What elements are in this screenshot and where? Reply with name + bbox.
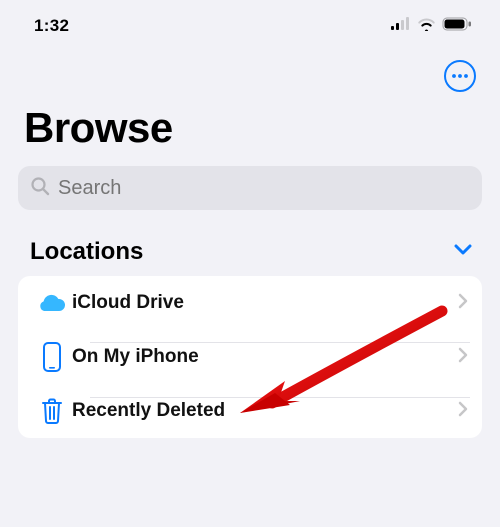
battery-icon	[442, 17, 472, 36]
locations-list: iCloud Drive On My iPhone	[18, 276, 482, 438]
chevron-right-icon	[458, 293, 470, 314]
more-button[interactable]	[444, 60, 476, 92]
trash-icon	[32, 397, 72, 425]
chevron-right-icon	[458, 347, 470, 368]
wifi-icon	[417, 17, 436, 36]
status-time: 1:32	[34, 16, 69, 36]
list-item-icloud-drive[interactable]: iCloud Drive	[18, 276, 482, 330]
search-field[interactable]	[18, 166, 482, 210]
locations-header[interactable]: Locations	[0, 210, 500, 276]
list-item-label: iCloud Drive	[72, 292, 458, 314]
status-bar: 1:32	[0, 0, 500, 44]
search-input[interactable]	[58, 177, 470, 200]
chevron-right-icon	[458, 401, 470, 422]
page-title: Browse	[0, 96, 500, 166]
status-indicators	[391, 17, 472, 36]
search-icon	[30, 176, 50, 201]
section-title: Locations	[30, 238, 143, 266]
list-item-recently-deleted[interactable]: Recently Deleted	[18, 384, 482, 438]
list-item-on-my-iphone[interactable]: On My iPhone	[18, 330, 482, 384]
phone-icon	[32, 342, 72, 372]
list-item-label: On My iPhone	[72, 346, 458, 368]
chevron-down-icon	[454, 243, 472, 261]
list-item-label: Recently Deleted	[72, 400, 458, 422]
cloud-icon	[32, 292, 72, 314]
ellipsis-icon	[452, 74, 468, 78]
cellular-icon	[391, 17, 411, 35]
